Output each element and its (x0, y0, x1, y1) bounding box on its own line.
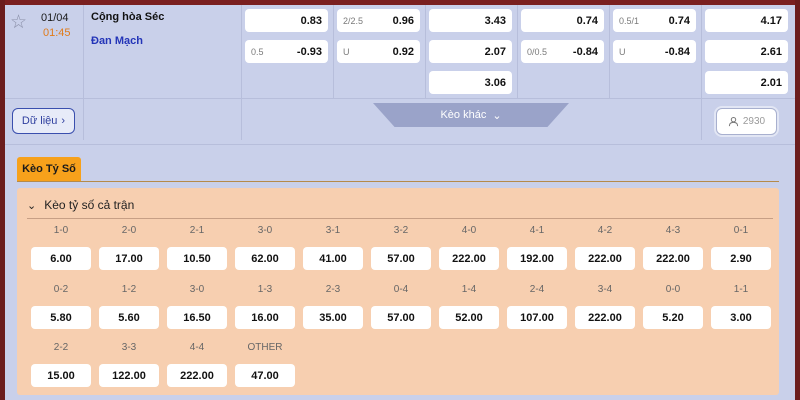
score-odd-button[interactable]: 35.00 (303, 306, 363, 329)
odd-cell[interactable]: 3.43 (429, 9, 512, 32)
panel-title: Kèo tỷ số cả trận (44, 198, 135, 212)
score-label: 4-1 (529, 225, 545, 236)
row-divider (5, 144, 795, 145)
divider (609, 5, 610, 98)
score-odd-button[interactable]: 222.00 (167, 364, 227, 387)
score-odd-button[interactable]: 62.00 (235, 247, 295, 270)
score-label: 3-0 (189, 284, 205, 295)
score-label: 3-4 (597, 284, 613, 295)
score-label: 1-4 (461, 284, 477, 295)
row-divider (5, 98, 795, 99)
score-label: 4-4 (189, 342, 205, 353)
score-odd-button[interactable]: 57.00 (371, 306, 431, 329)
score-label: 1-3 (257, 284, 273, 295)
divider (83, 5, 84, 140)
score-odd-button[interactable]: 41.00 (303, 247, 363, 270)
odd-cell[interactable]: U -0.84 (613, 40, 696, 63)
odd-cell[interactable]: 0.83 (245, 9, 328, 32)
score-odd-button[interactable]: 2.90 (711, 247, 771, 270)
divider (27, 218, 773, 219)
score-odd-button[interactable]: 16.50 (167, 306, 227, 329)
odd-cell[interactable]: 2.61 (705, 40, 788, 63)
score-label: 3-0 (257, 225, 273, 236)
score-label: 3-3 (121, 342, 137, 353)
odd-cell[interactable]: 2.01 (705, 71, 788, 94)
divider (241, 5, 242, 140)
score-odd-button[interactable]: 5.80 (31, 306, 91, 329)
star-icon[interactable]: ☆ (10, 13, 30, 33)
odd-cell[interactable]: 0.5/1 0.74 (613, 9, 696, 32)
score-label: 1-2 (121, 284, 137, 295)
score-label: 0-1 (733, 225, 749, 236)
score-odd-button[interactable]: 3.00 (711, 306, 771, 329)
score-label: 0-4 (393, 284, 409, 295)
tab-underline (17, 181, 779, 182)
score-odd-button[interactable]: 222.00 (643, 247, 703, 270)
score-label: 2-3 (325, 284, 341, 295)
odd-cell[interactable]: 2.07 (429, 40, 512, 63)
score-odd-button[interactable]: 222.00 (439, 247, 499, 270)
score-label: 4-2 (597, 225, 613, 236)
odd-cell[interactable]: 3.06 (429, 71, 512, 94)
home-team: Cộng hòa Séc (91, 11, 165, 23)
match-betting-panel: ☆ 01/04 01:45 Cộng hòa Séc Đan Mạch 0.83… (5, 0, 795, 400)
score-odd-button[interactable]: 10.50 (167, 247, 227, 270)
match-date: 01/04 (41, 12, 69, 24)
score-odd-button[interactable]: 15.00 (31, 364, 91, 387)
score-label: 2-2 (53, 342, 69, 353)
score-label: OTHER (247, 342, 283, 353)
score-odd-button[interactable]: 222.00 (575, 306, 635, 329)
score-label: 0-2 (53, 284, 69, 295)
odd-cell[interactable]: U 0.92 (337, 40, 420, 63)
user-icon (728, 116, 739, 127)
score-label: 2-4 (529, 284, 545, 295)
score-odd-button[interactable]: 17.00 (99, 247, 159, 270)
odd-cell[interactable]: 0.74 (521, 9, 604, 32)
correct-score-panel: ⌄ Kèo tỷ số cả trận 1-0 6.00 2-0 17.00 2-1 10… (17, 188, 779, 395)
score-odd-button[interactable]: 16.00 (235, 306, 295, 329)
score-odd-button[interactable]: 5.20 (643, 306, 703, 329)
score-label: 1-0 (53, 225, 69, 236)
chevron-right-icon: › (61, 115, 66, 127)
divider (333, 5, 334, 98)
odd-cell[interactable]: 2/2.5 0.96 (337, 9, 420, 32)
odd-cell[interactable]: 0.5 -0.93 (245, 40, 328, 63)
odd-cell[interactable]: 4.17 (705, 9, 788, 32)
data-button[interactable]: Dữ liệu › (12, 108, 75, 134)
score-label: 4-3 (665, 225, 681, 236)
divider (701, 5, 702, 140)
divider (425, 5, 426, 98)
score-odd-button[interactable]: 5.60 (99, 306, 159, 329)
away-team: Đan Mạch (91, 35, 143, 47)
score-odd-button[interactable]: 57.00 (371, 247, 431, 270)
chevron-down-icon: ⌄ (492, 109, 502, 122)
divider (517, 5, 518, 98)
viewer-count-button[interactable]: 2930 (716, 108, 777, 135)
score-label: 1-1 (733, 284, 749, 295)
chevron-down-icon: ⌄ (27, 199, 37, 212)
score-odd-button[interactable]: 122.00 (99, 364, 159, 387)
score-odd-button[interactable]: 222.00 (575, 247, 635, 270)
score-label: 3-2 (393, 225, 409, 236)
panel-header[interactable]: ⌄ Kèo tỷ số cả trận (27, 198, 134, 212)
score-label: 0-0 (665, 284, 681, 295)
score-odd-button[interactable]: 6.00 (31, 247, 91, 270)
score-label: 2-1 (189, 225, 205, 236)
match-time: 01:45 (43, 27, 71, 39)
other-odds-button[interactable]: Kèo khác ⌄ (373, 103, 569, 127)
tab-correct-score[interactable]: Kèo Tỷ Số (17, 157, 81, 181)
score-label: 3-1 (325, 225, 341, 236)
score-label: 4-0 (461, 225, 477, 236)
score-odd-button[interactable]: 192.00 (507, 247, 567, 270)
odd-cell[interactable]: 0/0.5 -0.84 (521, 40, 604, 63)
score-label: 2-0 (121, 225, 137, 236)
score-odd-button[interactable]: 52.00 (439, 306, 499, 329)
score-odd-button[interactable]: 107.00 (507, 306, 567, 329)
score-odd-button[interactable]: 47.00 (235, 364, 295, 387)
